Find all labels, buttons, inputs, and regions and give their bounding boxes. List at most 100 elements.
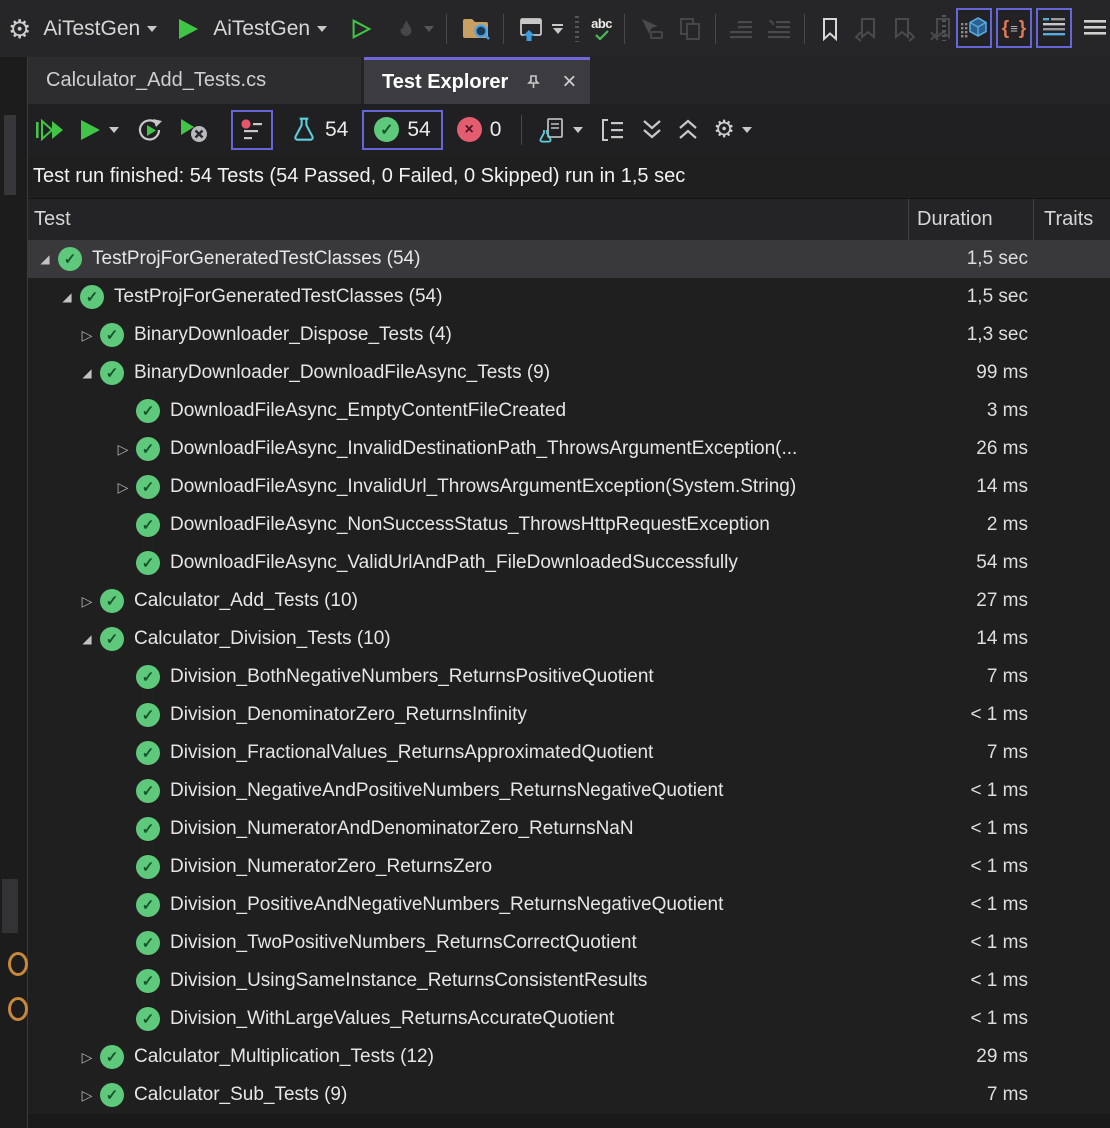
collapse-arrow-icon[interactable]: ◢ [76, 632, 98, 646]
test-duration: 1,5 sec [912, 248, 1030, 270]
expand-arrow-icon[interactable]: ▷ [76, 593, 98, 610]
test-tree-row[interactable]: ✓Division_FractionalValues_ReturnsApprox… [28, 734, 1110, 772]
increase-indent-button[interactable] [766, 17, 792, 41]
editor-toggle-group: { ≡ } [942, 8, 1106, 48]
collapse-arrow-icon[interactable]: ◢ [56, 290, 78, 304]
test-tree-row[interactable]: ✓Division_NumeratorZero_ReturnsZero< 1 m… [28, 848, 1110, 886]
test-tree-row[interactable]: ◢✓TestProjForGeneratedTestClasses (54)1,… [28, 240, 1110, 278]
line-numbers-toggle[interactable] [1036, 8, 1072, 48]
paste-button[interactable] [677, 16, 703, 42]
test-duration: 7 ms [912, 1084, 1030, 1106]
test-tree-row[interactable]: ▷✓Calculator_Add_Tests (10)27 ms [28, 582, 1110, 620]
object-browser-toggle[interactable] [956, 8, 992, 48]
test-tree-row[interactable]: ✓Division_TwoPositiveNumbers_ReturnsCorr… [28, 924, 1110, 962]
test-tree-row[interactable]: ✓DownloadFileAsync_EmptyContentFileCreat… [28, 392, 1110, 430]
run-target-selector[interactable]: AiTestGen [213, 17, 310, 41]
column-header-duration[interactable]: Duration [908, 199, 1033, 240]
cancel-run-button[interactable] [177, 116, 209, 144]
expand-arrow-icon[interactable]: ▷ [112, 479, 134, 496]
test-tree-row[interactable]: ✓Division_PositiveAndNegativeNumbers_Ret… [28, 886, 1110, 924]
filter-outcome-toggle[interactable] [231, 110, 273, 150]
column-header-traits[interactable]: Traits [1033, 199, 1110, 240]
find-in-files-button[interactable] [461, 15, 491, 42]
test-duration: 7 ms [912, 666, 1030, 688]
test-duration: 26 ms [912, 438, 1030, 460]
test-duration: < 1 ms [912, 894, 1030, 916]
hot-reload-button[interactable] [393, 16, 417, 42]
chevron-down-icon[interactable] [147, 26, 157, 32]
test-tree-row[interactable]: ✓Division_NegativeAndPositiveNumbers_Ret… [28, 772, 1110, 810]
run-button[interactable] [175, 16, 201, 42]
test-tree: ◢✓TestProjForGeneratedTestClasses (54)1,… [28, 240, 1110, 1114]
test-tree-row[interactable]: ◢✓BinaryDownloader_DownloadFileAsync_Tes… [28, 354, 1110, 392]
group-by-button[interactable] [599, 117, 625, 143]
toolbar-grip[interactable] [575, 16, 579, 42]
test-tree-row[interactable]: ◢✓Calculator_Division_Tests (10)14 ms [28, 620, 1110, 658]
test-tree-row[interactable]: ▷✓Calculator_Multiplication_Tests (12)29… [28, 1038, 1110, 1076]
test-tree-row[interactable]: ✓Division_WithLargeValues_ReturnsAccurat… [28, 1000, 1110, 1038]
playlist-button[interactable] [538, 116, 566, 144]
repeat-last-run-button[interactable] [135, 115, 165, 145]
failed-x-icon: × [457, 117, 482, 142]
collapse-arrow-icon[interactable]: ◢ [76, 366, 98, 380]
test-tree-row[interactable]: ✓Division_UsingSameInstance_ReturnsConsi… [28, 962, 1110, 1000]
expand-arrow-icon[interactable]: ▷ [76, 1087, 98, 1104]
test-tree-row[interactable]: ✓DownloadFileAsync_NonSuccessStatus_Thro… [28, 506, 1110, 544]
test-tree-row[interactable]: ▷✓BinaryDownloader_Dispose_Tests (4)1,3 … [28, 316, 1110, 354]
left-scrollbar[interactable] [4, 115, 16, 195]
tab-test-explorer[interactable]: Test Explorer × [364, 57, 590, 104]
decrease-indent-button[interactable] [728, 17, 754, 41]
run-button[interactable] [78, 117, 102, 143]
solution-explorer-button[interactable] [516, 16, 544, 42]
toolbar-grip[interactable] [942, 15, 946, 41]
test-name: Division_PositiveAndNegativeNumbers_Retu… [170, 894, 912, 916]
collapse-arrow-icon[interactable]: ◢ [34, 252, 56, 266]
pin-tab-button[interactable] [522, 71, 544, 93]
test-tree-row[interactable]: ✓Division_DenominatorZero_ReturnsInfinit… [28, 696, 1110, 734]
run-all-tests-button[interactable] [34, 117, 66, 143]
toggle-bookmark-button[interactable] [819, 16, 841, 42]
test-tree-row[interactable]: ✓DownloadFileAsync_ValidUrlAndPath_FileD… [28, 544, 1110, 582]
column-header-test[interactable]: Test [28, 208, 908, 231]
toolbar-overflow-button[interactable] [552, 24, 563, 34]
go-to-selection-button[interactable] [637, 17, 665, 41]
chevron-down-icon[interactable] [109, 127, 119, 133]
close-tab-button[interactable]: × [558, 71, 580, 93]
start-without-debugging-button[interactable] [349, 17, 373, 41]
test-tree-row[interactable]: ✓Division_BothNegativeNumbers_ReturnsPos… [28, 658, 1110, 696]
pin-icon [525, 74, 541, 90]
menu-button[interactable] [1084, 17, 1106, 39]
test-tree-row[interactable]: ✓Division_NumeratorAndDenominatorZero_Re… [28, 810, 1110, 848]
chevron-down-icon[interactable] [424, 26, 434, 32]
expand-arrow-icon[interactable]: ▷ [76, 327, 98, 344]
test-passed-icon: ✓ [100, 1045, 124, 1069]
test-tree-row[interactable]: ▷✓DownloadFileAsync_InvalidUrl_ThrowsArg… [28, 468, 1110, 506]
tab-calculator-add-tests[interactable]: Calculator_Add_Tests.cs [28, 57, 361, 104]
next-bookmark-button[interactable] [891, 16, 917, 42]
previous-bookmark-button[interactable] [853, 16, 879, 42]
test-tree-row[interactable]: ▷✓Calculator_Sub_Tests (9)7 ms [28, 1076, 1110, 1114]
chevron-down-icon[interactable] [573, 127, 583, 133]
collapse-all-button[interactable] [677, 118, 699, 142]
spell-check-button[interactable]: abc [591, 18, 612, 40]
double-chevron-down-icon [641, 118, 663, 142]
gear-icon[interactable]: ⚙ [8, 16, 31, 42]
settings-button[interactable]: ⚙ [713, 118, 735, 142]
passed-tests-filter[interactable]: ✓ 54 [362, 110, 442, 150]
chevron-down-icon[interactable] [317, 26, 327, 32]
failed-tests-filter[interactable]: × 0 [457, 117, 502, 142]
test-tree-row[interactable]: ▷✓DownloadFileAsync_InvalidDestinationPa… [28, 430, 1110, 468]
chevron-down-icon[interactable] [742, 127, 752, 133]
toolbar-separator [521, 115, 522, 145]
test-passed-icon: ✓ [136, 551, 160, 575]
test-tree-row[interactable]: ◢✓TestProjForGeneratedTestClasses (54)1,… [28, 278, 1110, 316]
expand-arrow-icon[interactable]: ▷ [76, 1049, 98, 1066]
toolbar-separator [804, 14, 805, 44]
total-tests-filter[interactable]: 54 [291, 116, 348, 144]
expand-all-button[interactable] [641, 118, 663, 142]
line-icon [552, 24, 563, 26]
expand-arrow-icon[interactable]: ▷ [112, 441, 134, 458]
braces-view-toggle[interactable]: { ≡ } [996, 8, 1032, 48]
test-duration: 3 ms [912, 400, 1030, 422]
project-selector[interactable]: AiTestGen [43, 17, 140, 41]
